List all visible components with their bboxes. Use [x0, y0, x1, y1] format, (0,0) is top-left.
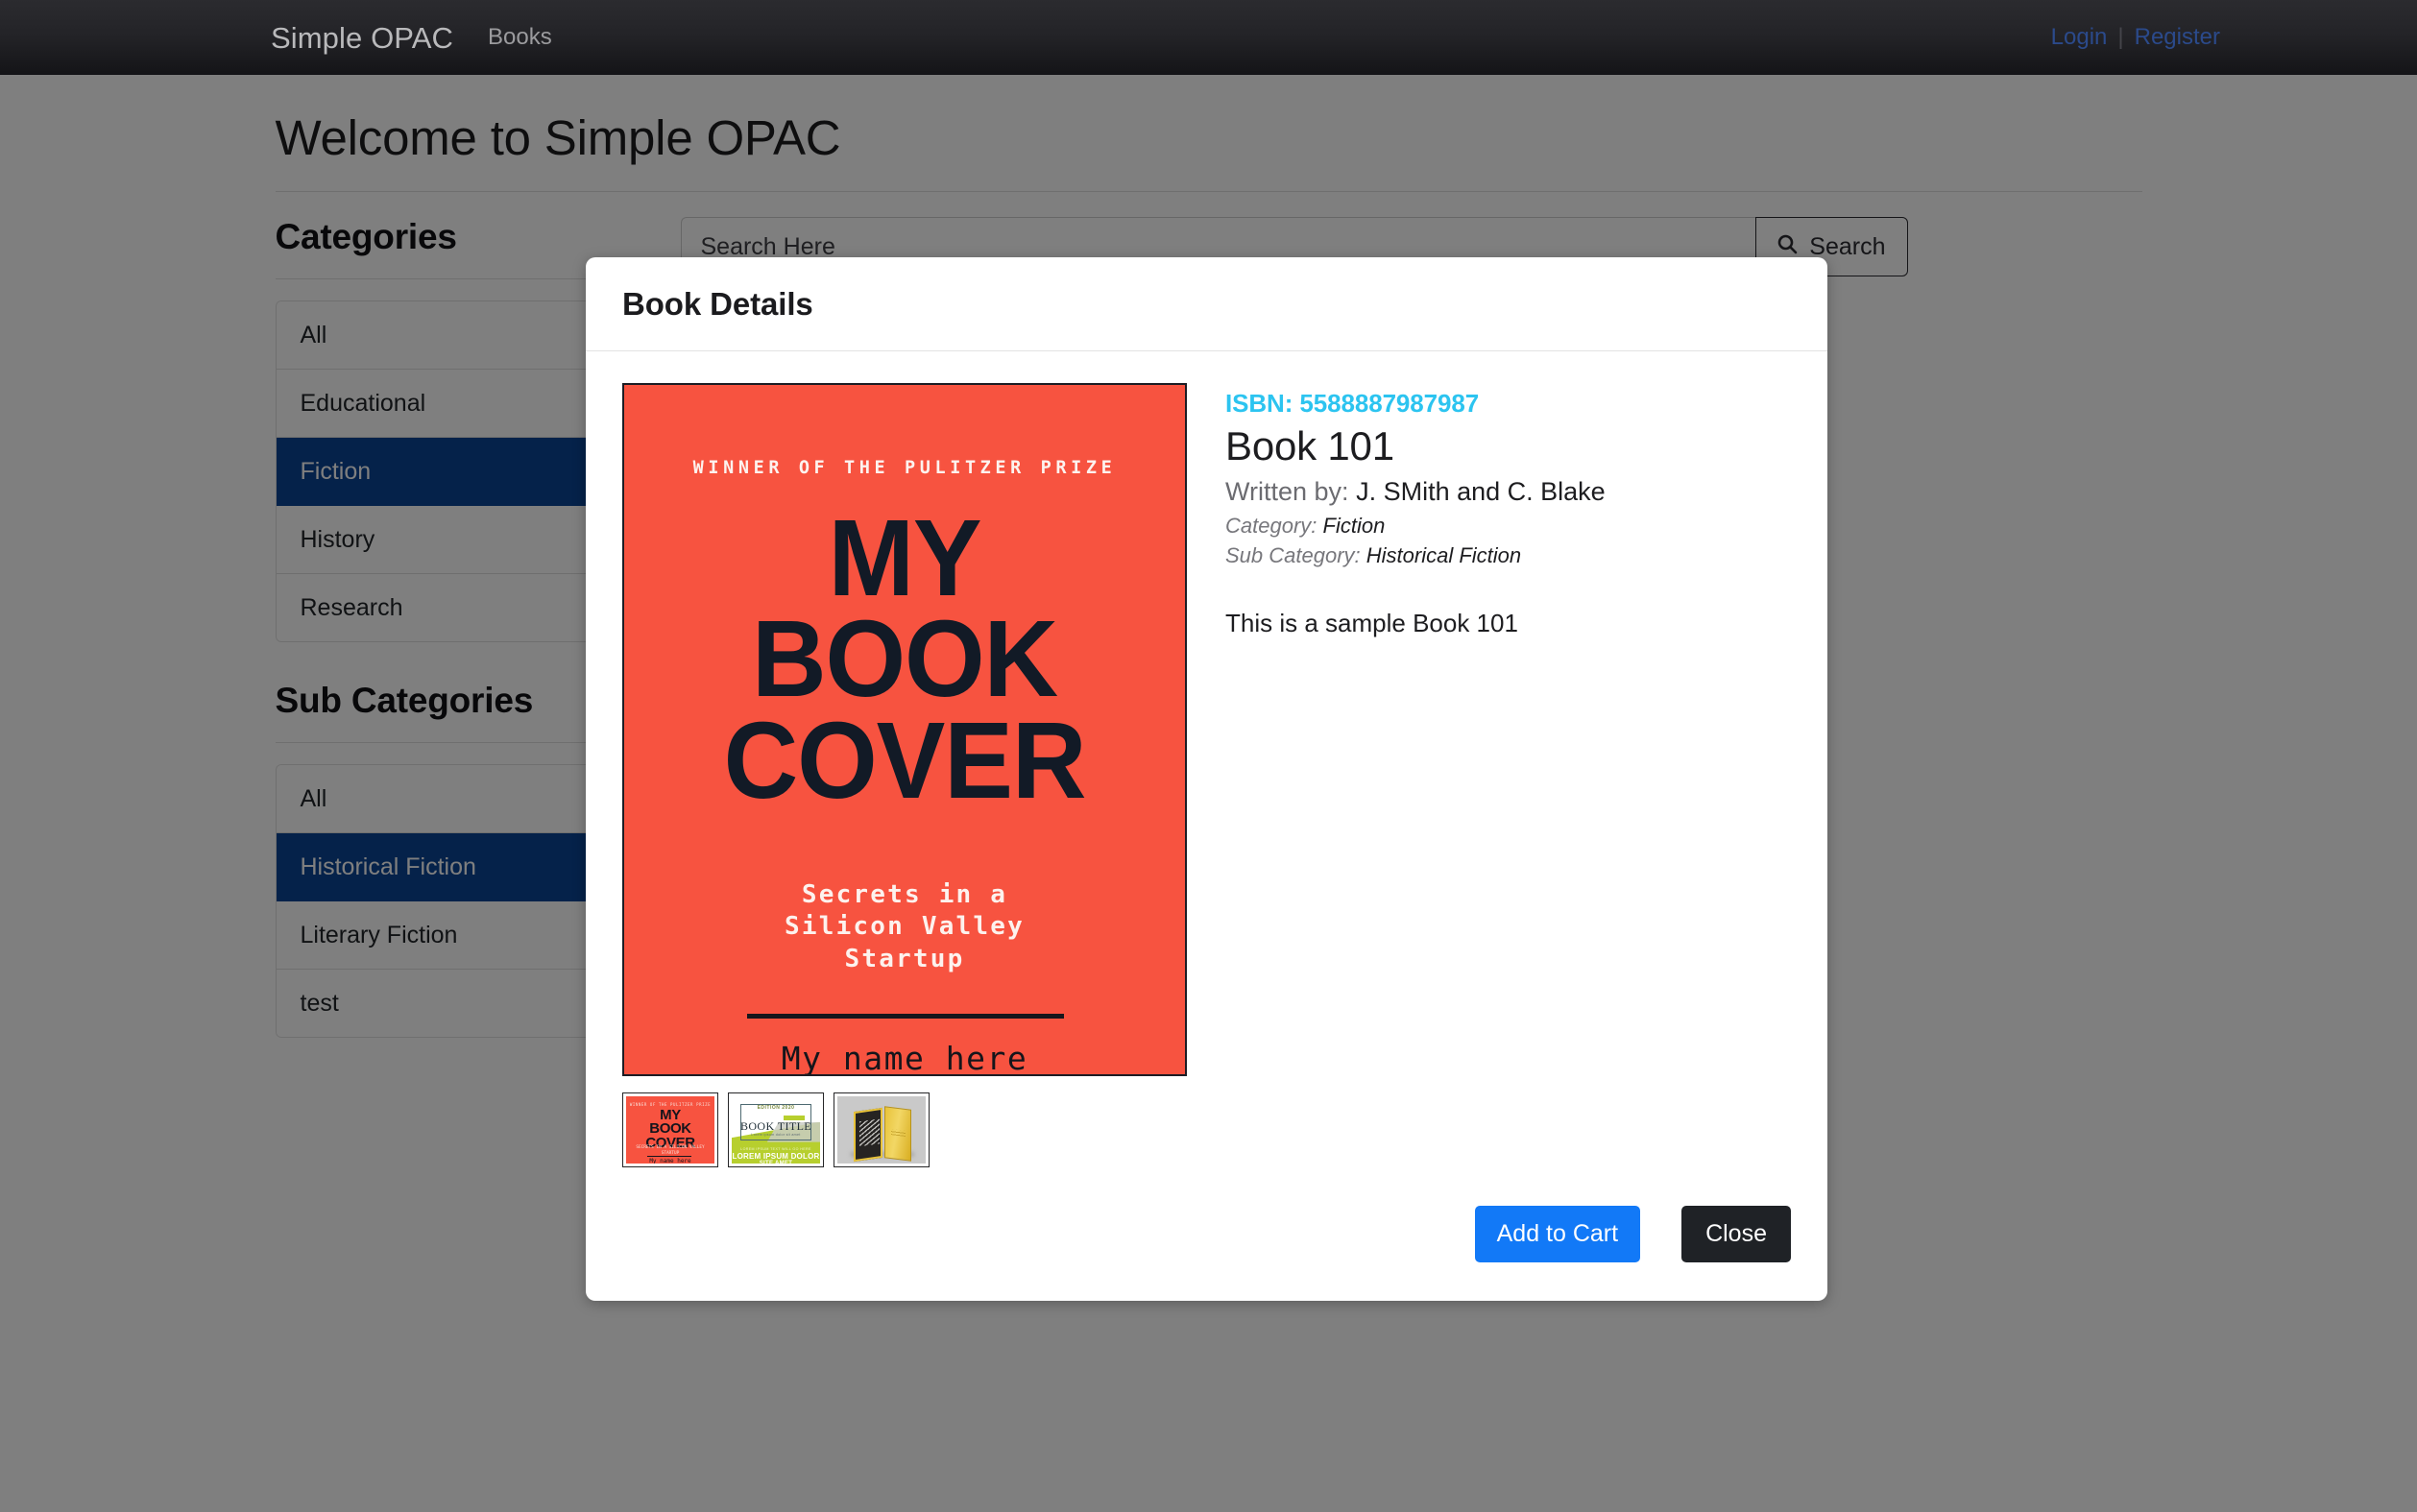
written-by-value: J. SMith and C. Blake [1356, 477, 1606, 506]
book-category: Category: Fiction [1225, 511, 1791, 540]
thumb2-line1-text: LOREM IPSUM DOLOR [732, 1152, 820, 1161]
cover-divider-rule [747, 1014, 1064, 1019]
modal-body: WINNER OF THE PULITZER PRIZE MY BOOK COV… [586, 351, 1827, 1167]
sub-category-value: Historical Fiction [1366, 543, 1522, 568]
book-title: Book 101 [1225, 423, 1394, 468]
thumbnail-1-art: WINNER OF THE PULITZER PRIZE MY BOOK COV… [626, 1096, 714, 1164]
cover-subtitle-line-3: Startup [844, 944, 965, 973]
thumbnail-two-books-mockup[interactable] [834, 1092, 930, 1167]
modal-footer: Add to Cart Close [586, 1167, 1827, 1301]
navbar-auth-group: Login | Register [2051, 26, 2220, 49]
thumb2-tagline-text: Lorem ipsum dolor sit amet [751, 1133, 801, 1137]
thumbnail-3-art [837, 1096, 926, 1164]
cover-subtitle-text: Secrets in a Silicon Valley Startup [624, 879, 1185, 975]
top-navbar: Simple OPAC Books Login | Register [0, 0, 2417, 75]
thumb1-divider-rule [647, 1156, 691, 1157]
thumb3-gold-book [884, 1106, 911, 1162]
thumbnail-strip: WINNER OF THE PULITZER PRIZE MY BOOK COV… [622, 1092, 1189, 1167]
book-details-modal: Book Details WINNER OF THE PULITZER PRIZ… [586, 257, 1827, 1301]
book-info-panel: ISBN: 5588887987987 Book 101 Written by:… [1189, 383, 1791, 1167]
nav-link-books[interactable]: Books [488, 26, 552, 49]
thumbnail-2-art: EDITION 2020 BOOK TITLE Lorem ipsum dolo… [732, 1096, 820, 1164]
navbar-brand[interactable]: Simple OPAC [271, 23, 453, 53]
thumb2-kicker-text: LOREM IPSUM TEXT WILL GO HERE [740, 1147, 811, 1151]
book-authors: Written by: J. SMith and C. Blake [1225, 477, 1791, 507]
modal-title: Book Details [622, 286, 813, 322]
thumb3-dark-book [854, 1107, 882, 1163]
login-link[interactable]: Login [2051, 26, 2108, 49]
cover-title-line-2: BOOK [751, 598, 1058, 720]
cover-subtitle-line-1: Secrets in a [801, 880, 1008, 909]
category-value: Fiction [1322, 514, 1386, 538]
book-description: This is a sample Book 101 [1225, 609, 1518, 638]
cover-title-text: MY BOOK COVER [624, 497, 1185, 822]
cover-title-line-3: COVER [723, 700, 1087, 822]
cover-award-text: WINNER OF THE PULITZER PRIZE [692, 458, 1117, 478]
thumbnail-book-title-green[interactable]: EDITION 2020 BOOK TITLE Lorem ipsum dolo… [728, 1092, 824, 1167]
thumbnail-my-book-cover[interactable]: WINNER OF THE PULITZER PRIZE MY BOOK COV… [622, 1092, 718, 1167]
book-cover-image: WINNER OF THE PULITZER PRIZE MY BOOK COV… [622, 383, 1187, 1076]
thumb2-edition-text: EDITION 2020 [757, 1105, 795, 1111]
thumb2-line2-text: SITE AMET [759, 1161, 793, 1164]
book-media-panel: WINNER OF THE PULITZER PRIZE MY BOOK COV… [622, 383, 1189, 1167]
close-button[interactable]: Close [1681, 1206, 1791, 1262]
modal-header: Book Details [586, 257, 1827, 351]
written-by-label: Written by: [1225, 477, 1349, 506]
isbn-value: 5588887987987 [1299, 389, 1480, 418]
auth-separator: | [2117, 24, 2124, 50]
add-to-cart-button[interactable]: Add to Cart [1474, 1206, 1641, 1262]
thumb1-author-text: My name here [649, 1158, 691, 1164]
isbn-label: ISBN: [1225, 389, 1293, 418]
thumb2-title-text: BOOK TITLE [739, 1119, 812, 1133]
register-link[interactable]: Register [2135, 26, 2220, 49]
sub-category-label: Sub Category: [1225, 543, 1361, 568]
book-sub-category: Sub Category: Historical Fiction [1225, 540, 1791, 570]
thumb1-title-text: MY BOOK COVER [626, 1108, 714, 1150]
cover-author-text: My name here [781, 1040, 1028, 1076]
thumb1-subtitle-text: SECRETS IN A SILICON VALLEY STARTUP [636, 1145, 705, 1156]
cover-subtitle-line-2: Silicon Valley [785, 912, 1025, 942]
book-isbn: ISBN: 5588887987987 [1225, 389, 1791, 419]
category-label: Category: [1225, 514, 1317, 538]
cover-title-line-1: MY [828, 497, 981, 619]
